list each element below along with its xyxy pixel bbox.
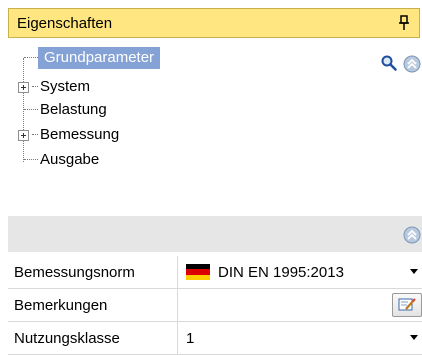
- tree-item-bemessung[interactable]: Bemessung: [18, 123, 123, 147]
- tree-item-ausgabe[interactable]: Ausgabe: [18, 148, 103, 172]
- property-value: DIN EN 1995:2013: [218, 263, 344, 281]
- property-value: 1: [186, 329, 195, 347]
- tree-branch-line: [24, 159, 38, 161]
- dropdown-arrow-icon[interactable]: [410, 269, 418, 274]
- property-value-dropdown[interactable]: 1: [178, 322, 422, 354]
- expand-plus-icon[interactable]: [18, 129, 29, 141]
- tree-item-belastung[interactable]: Belastung: [18, 98, 111, 122]
- property-name: Nutzungsklasse: [8, 322, 178, 354]
- tree-item-system[interactable]: System: [18, 75, 94, 99]
- edit-icon: [398, 298, 416, 311]
- edit-notes-button[interactable]: [392, 293, 422, 317]
- collapse-up-icon[interactable]: [402, 54, 422, 74]
- property-row-bemessungsnorm: Bemessungsnorm DIN EN 1995:2013: [8, 256, 422, 289]
- property-name: Bemerkungen: [8, 289, 178, 321]
- tree-item-label[interactable]: Bemessung: [38, 124, 123, 146]
- search-icon[interactable]: [380, 54, 398, 72]
- property-grid: Bemessungsnorm DIN EN 1995:2013 Bemerkun…: [8, 256, 422, 355]
- tree-item-label[interactable]: Grundparameter: [38, 47, 161, 69]
- expand-plus-icon[interactable]: [18, 81, 29, 93]
- tree-branch-line: [24, 109, 38, 111]
- property-group-bar: [8, 216, 422, 252]
- tree-item-grundparameter[interactable]: Grundparameter: [18, 46, 161, 70]
- pin-icon[interactable]: [395, 14, 413, 32]
- collapse-up-icon[interactable]: [402, 225, 422, 245]
- navigator-tree: Grundparameter System Belastung Bemessun…: [18, 46, 398, 186]
- property-value-dropdown[interactable]: DIN EN 1995:2013: [178, 256, 422, 288]
- germany-flag-icon: [186, 264, 210, 280]
- properties-panel-header: Eigenschaften: [8, 8, 420, 38]
- tree-item-label[interactable]: Ausgabe: [38, 149, 103, 171]
- property-row-nutzungsklasse: Nutzungsklasse 1: [8, 322, 422, 355]
- property-name: Bemessungsnorm: [8, 256, 178, 288]
- property-value-text[interactable]: [178, 289, 422, 321]
- dropdown-arrow-icon[interactable]: [410, 335, 418, 340]
- tree-item-label[interactable]: Belastung: [38, 99, 111, 121]
- panel-title: Eigenschaften: [17, 14, 113, 32]
- tree-branch-line: [24, 57, 38, 59]
- tree-item-label[interactable]: System: [38, 76, 94, 98]
- property-row-bemerkungen: Bemerkungen: [8, 289, 422, 322]
